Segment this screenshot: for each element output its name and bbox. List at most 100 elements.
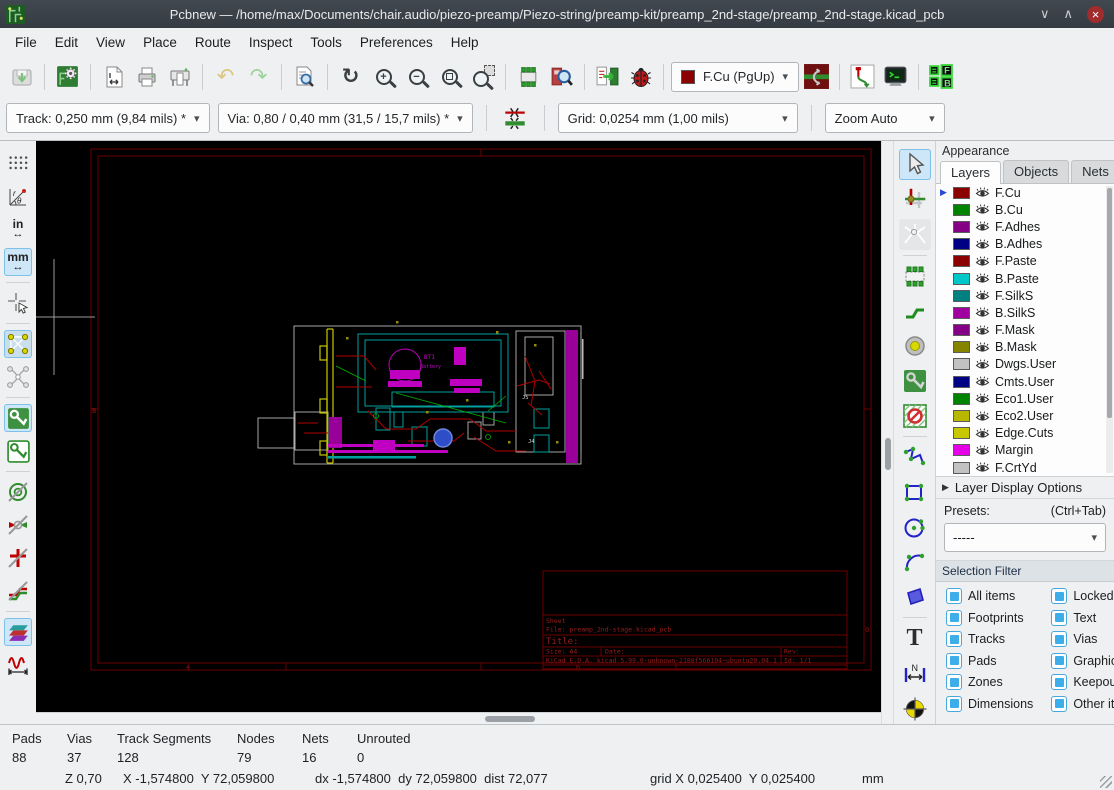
checkbox-text[interactable] — [1051, 609, 1068, 626]
layer-color-swatch[interactable] — [953, 427, 970, 440]
vertical-scrollbar[interactable] — [881, 141, 893, 724]
filter-pads[interactable]: Pads — [946, 652, 1033, 669]
auto-track-width-button[interactable] — [500, 103, 531, 134]
presets-dropdown[interactable]: ----- ▾ — [944, 523, 1106, 552]
layer-row-b-adhes[interactable]: B.Adhes — [936, 236, 1114, 253]
checkbox-keepouts[interactable] — [1051, 674, 1068, 690]
layer-color-swatch[interactable] — [953, 255, 970, 268]
zoom-selection-button[interactable] — [467, 61, 498, 92]
checkbox-dimensions[interactable] — [946, 695, 962, 712]
zoom-dropdown[interactable]: Zoom Auto ▾ — [824, 103, 945, 133]
layer-row-f-adhes[interactable]: F.Adhes — [936, 218, 1114, 235]
checkbox-footprints[interactable] — [946, 609, 962, 626]
add-polygon-tool-button[interactable] — [899, 582, 931, 613]
vscroll-thumb[interactable] — [885, 438, 891, 470]
layer-list-scroll-thumb[interactable] — [1107, 188, 1112, 418]
layer-row-eco1-user[interactable]: Eco1.User — [936, 390, 1114, 407]
layer-color-swatch[interactable] — [953, 444, 970, 457]
zones-filled-button[interactable] — [4, 404, 32, 432]
filter-dimensions[interactable]: Dimensions — [946, 695, 1033, 712]
polar-coordinates-button[interactable]: rθ — [4, 182, 32, 210]
layer-color-swatch[interactable] — [953, 410, 970, 423]
filter-graphics[interactable]: Graphics — [1051, 652, 1114, 669]
checkbox-vias[interactable] — [1051, 631, 1068, 647]
layer-selector-dropdown[interactable]: F.Cu (PgUp) ▾ — [671, 61, 799, 92]
layer-visibility-eye-icon[interactable] — [975, 186, 990, 199]
add-via-tool-button[interactable] — [899, 330, 931, 361]
show-ratsnest-button[interactable] — [4, 330, 32, 358]
page-settings-button[interactable] — [98, 61, 129, 92]
layers-manager-toggle-button[interactable]: FB — [926, 61, 957, 92]
layer-visibility-eye-icon[interactable] — [975, 375, 990, 388]
menu-view[interactable]: View — [87, 31, 134, 54]
cursor-shape-button[interactable] — [4, 289, 32, 317]
footprint-editor-button[interactable] — [513, 61, 544, 92]
curved-ratsnest-button[interactable] — [4, 363, 32, 391]
layer-color-swatch[interactable] — [953, 341, 970, 354]
menu-route[interactable]: Route — [186, 31, 240, 54]
layer-row-b-silks[interactable]: B.SilkS — [936, 304, 1114, 321]
add-footprint-tool-button[interactable] — [899, 261, 931, 292]
redo-button[interactable]: ↷ — [243, 61, 274, 92]
checkbox-other-items[interactable] — [1051, 695, 1068, 712]
add-dimension-tool-button[interactable]: N — [899, 658, 931, 689]
layer-color-swatch[interactable] — [953, 461, 970, 474]
checkbox-zones[interactable] — [946, 674, 962, 690]
horizontal-scrollbar[interactable] — [36, 712, 881, 724]
layer-row-b-cu[interactable]: B.Cu — [936, 201, 1114, 218]
layer-color-swatch[interactable] — [953, 238, 970, 251]
select-tool-button[interactable] — [898, 149, 931, 180]
via-track-swap-button[interactable] — [801, 61, 832, 92]
maximize-button[interactable]: ∧ — [1063, 6, 1073, 22]
undo-button[interactable]: ↶ — [210, 61, 241, 92]
layer-row-f-silks[interactable]: F.SilkS — [936, 287, 1114, 304]
filter-keepouts[interactable]: Keepouts — [1051, 674, 1114, 690]
set-origin-tool-button[interactable] — [899, 693, 931, 724]
layer-row-f-cu[interactable]: ▶ F.Cu — [936, 184, 1114, 201]
filter-tracks[interactable]: Tracks — [946, 631, 1033, 647]
add-zone-tool-button[interactable] — [899, 365, 931, 396]
layer-visibility-eye-icon[interactable] — [975, 255, 990, 268]
add-line-tool-button[interactable] — [899, 442, 931, 473]
vias-sketch-mode-button[interactable] — [4, 478, 32, 506]
board-setup-button[interactable] — [52, 61, 83, 92]
layer-row-eco2-user[interactable]: Eco2.User — [936, 407, 1114, 424]
footprint-viewer-button[interactable] — [546, 61, 577, 92]
layer-color-swatch[interactable] — [953, 392, 970, 405]
units-mm-button[interactable]: mm ↔ — [4, 248, 32, 276]
units-inches-button[interactable]: in ↔ — [4, 215, 32, 243]
add-circle-tool-button[interactable] — [899, 512, 931, 543]
checkbox-all-items[interactable] — [946, 588, 962, 604]
save-button[interactable] — [6, 61, 37, 92]
checkbox-pads[interactable] — [946, 652, 962, 669]
layer-visibility-eye-icon[interactable] — [975, 289, 990, 302]
filter-vias[interactable]: Vias — [1051, 631, 1114, 647]
minimize-button[interactable]: ∨ — [1040, 6, 1050, 22]
measure-track-length-button[interactable] — [4, 651, 32, 679]
resize-grip[interactable] — [1100, 776, 1112, 788]
zones-outline-button[interactable] — [4, 437, 32, 465]
layer-color-swatch[interactable] — [953, 272, 970, 285]
local-ratsnest-tool-button[interactable] — [899, 184, 931, 215]
tab-layers[interactable]: Layers — [940, 161, 1002, 184]
pads-sketch-mode-button[interactable] — [4, 511, 32, 539]
grid-dropdown[interactable]: Grid: 0,0254 mm (1,00 mils) ▾ — [557, 103, 798, 133]
zoom-in-button[interactable]: + — [368, 61, 399, 92]
checkbox-locked-items[interactable] — [1051, 588, 1068, 604]
layer-visibility-eye-icon[interactable] — [975, 220, 990, 233]
track-swap-button[interactable] — [847, 61, 878, 92]
layer-row-f-crtyd[interactable]: F.CrtYd — [936, 459, 1114, 476]
layer-row-edge-cuts[interactable]: Edge.Cuts — [936, 425, 1114, 442]
layer-visibility-eye-icon[interactable] — [975, 324, 990, 337]
layer-color-swatch[interactable] — [953, 358, 970, 371]
via-size-dropdown[interactable]: Via: 0,80 / 0,40 mm (31,5 / 15,7 mils) *… — [217, 103, 473, 133]
layer-visibility-eye-icon[interactable] — [975, 341, 990, 354]
layer-row-cmts-user[interactable]: Cmts.User — [936, 373, 1114, 390]
filter-locked-items[interactable]: Locked items — [1051, 588, 1114, 604]
print-button[interactable] — [131, 61, 162, 92]
layer-visibility-eye-icon[interactable] — [975, 427, 990, 440]
layer-row-b-paste[interactable]: B.Paste — [936, 270, 1114, 287]
layer-row-margin[interactable]: Margin — [936, 442, 1114, 459]
layer-list-scrollbar[interactable] — [1106, 186, 1113, 473]
layer-display-options[interactable]: ▶ Layer Display Options — [936, 477, 1114, 499]
